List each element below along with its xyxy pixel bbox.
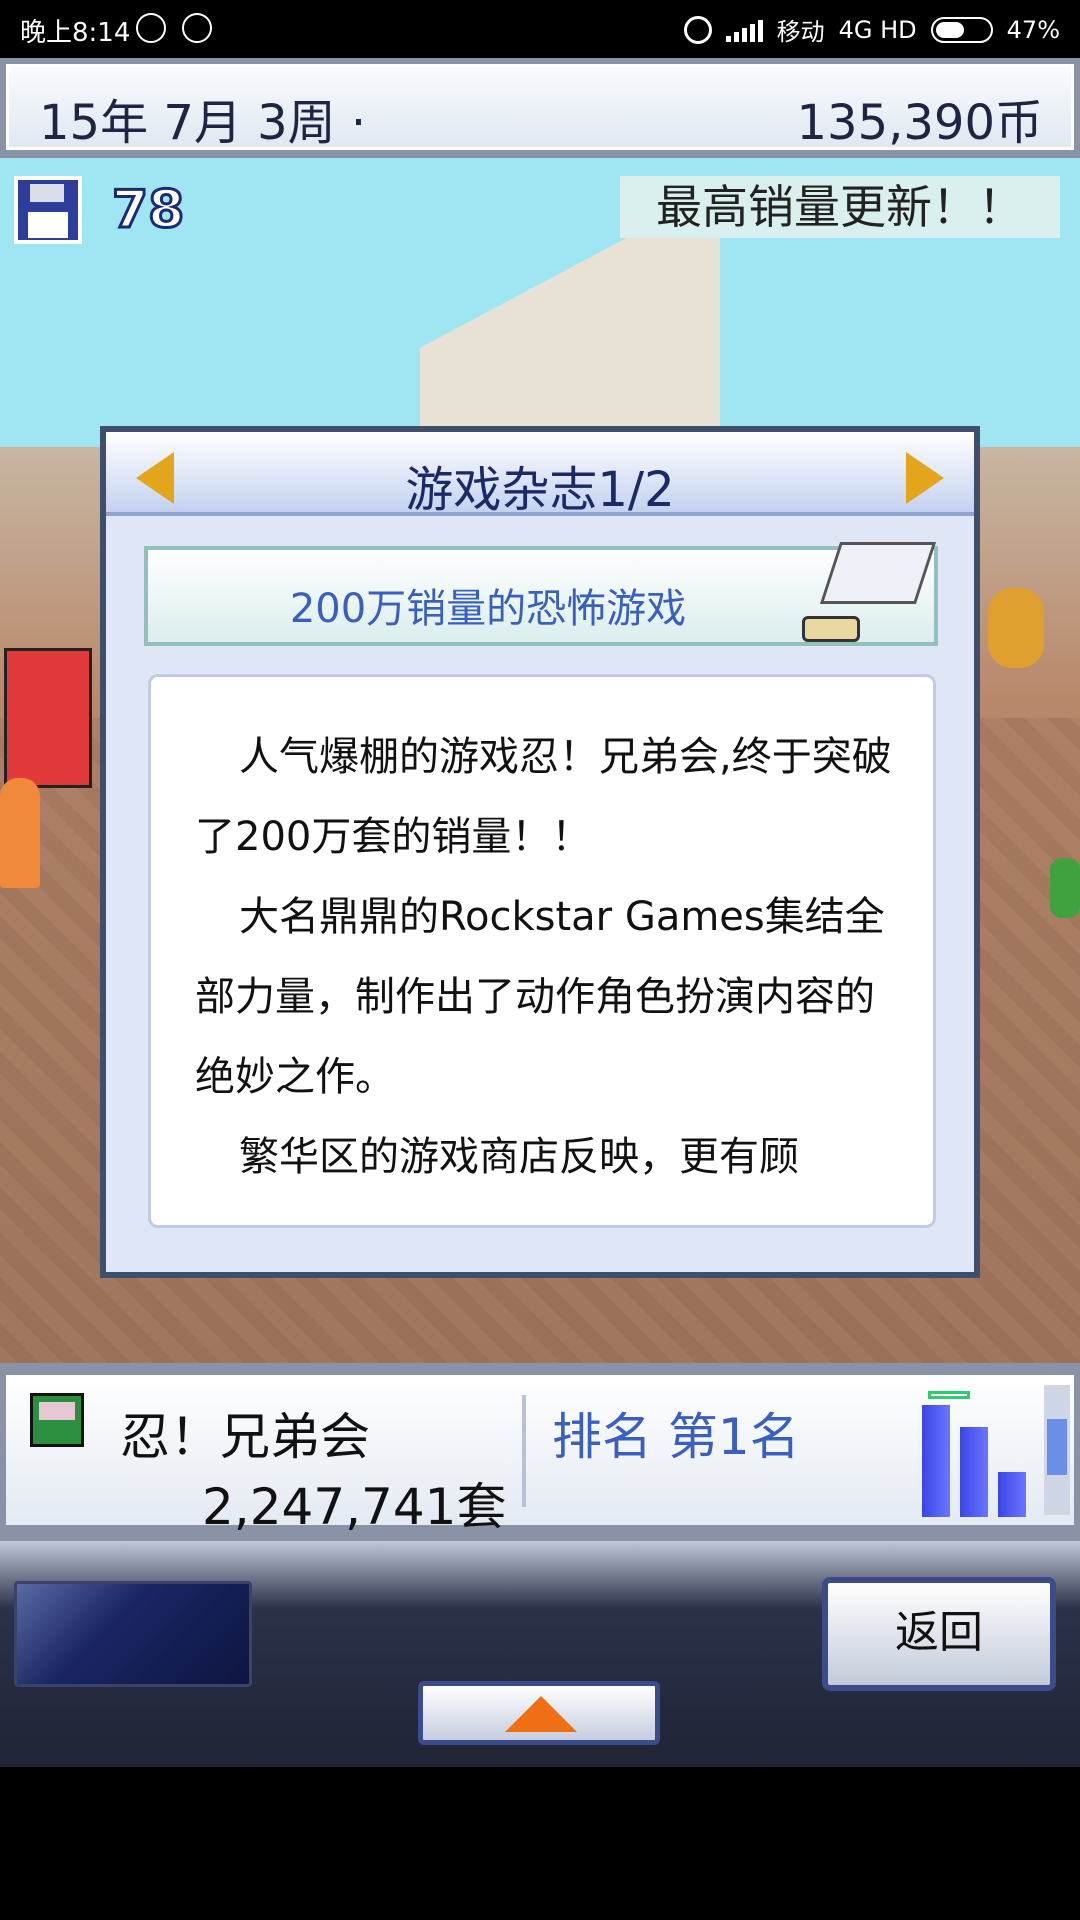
article-body[interactable]: 人气爆棚的游戏忍！兄弟会,终于突破了200万套的销量！！ 大名鼎鼎的Rockst… — [148, 674, 936, 1228]
article-paragraph: 人气爆棚的游戏忍！兄弟会,终于突破了200万套的销量！！ — [195, 734, 892, 860]
expand-menu-button[interactable] — [418, 1681, 660, 1745]
money-display: 135,390币 — [796, 95, 1044, 151]
headline-banner: 200万销量的恐怖游戏 — [144, 542, 938, 646]
battery-label: 47% — [1006, 15, 1060, 44]
signal-icon — [725, 18, 763, 42]
magazine-dialog: 游戏杂志1/2 200万销量的恐怖游戏 人气爆棚的游戏忍！兄弟会,终于突破了20… — [100, 426, 980, 1278]
sales-mini-chart — [914, 1387, 1034, 1517]
panel-divider — [522, 1395, 526, 1507]
game-console-icon — [819, 542, 937, 604]
sales-bar — [922, 1405, 950, 1517]
save-count: 78 — [110, 179, 185, 242]
peak-marker — [928, 1391, 970, 1399]
game-rank: 排名 第1名 — [552, 1408, 800, 1466]
notification-icon — [136, 13, 166, 43]
staff-character[interactable] — [0, 778, 40, 888]
save-icon — [14, 176, 82, 244]
next-page-arrow-icon[interactable] — [906, 452, 944, 504]
trophy-statue — [988, 588, 1044, 668]
game-cover-icon — [30, 1393, 84, 1447]
article-paragraph: 繁华区的游戏商店反映，更有顾 — [239, 1134, 799, 1180]
back-button[interactable]: 返回 — [822, 1577, 1056, 1691]
status-time: 晚上8:14 — [20, 18, 131, 48]
alarm-icon — [683, 15, 712, 44]
game-title: 忍！兄弟会 — [120, 1408, 370, 1466]
sales-bar — [960, 1427, 988, 1517]
dialog-header: 游戏杂志1/2 — [106, 432, 974, 518]
up-arrow-icon — [505, 1696, 577, 1732]
status-bar: 晚上8:14 移动 4G HD 47% — [0, 0, 1080, 58]
menu-slot-button[interactable] — [14, 1581, 252, 1687]
game-sales: 2,247,741套 — [202, 1478, 507, 1536]
top-info-bar: 15年 7月 3周 · 135,390币 — [0, 58, 1080, 158]
panel-scrollbar[interactable] — [1044, 1385, 1070, 1515]
battery-icon — [930, 16, 993, 43]
sales-bar — [998, 1472, 1026, 1517]
game-date: 15年 7月 3周 · — [39, 95, 367, 151]
dialog-title: 游戏杂志1/2 — [405, 462, 675, 518]
article-paragraph: 大名鼎鼎的Rockstar Games集结全部力量，制作出了动作角色扮演内容的绝… — [195, 894, 885, 1100]
game-info-panel: 忍！兄弟会 2,247,741套 排名 第1名 — [0, 1363, 1080, 1541]
network-label: 4G HD — [838, 15, 917, 44]
status-right: 移动 4G HD 47% — [683, 12, 1060, 47]
record-toast: 最高销量更新！！ — [620, 176, 1060, 238]
controller-icon — [802, 616, 860, 642]
vending-machine — [4, 648, 92, 788]
app-icon — [182, 13, 212, 43]
scrollbar-thumb[interactable] — [1047, 1419, 1067, 1475]
plant — [1050, 858, 1080, 918]
bottom-menu: 返回 — [0, 1541, 1080, 1767]
headline-text: 200万销量的恐怖游戏 — [289, 586, 687, 632]
carrier-label: 移动 — [776, 18, 825, 46]
